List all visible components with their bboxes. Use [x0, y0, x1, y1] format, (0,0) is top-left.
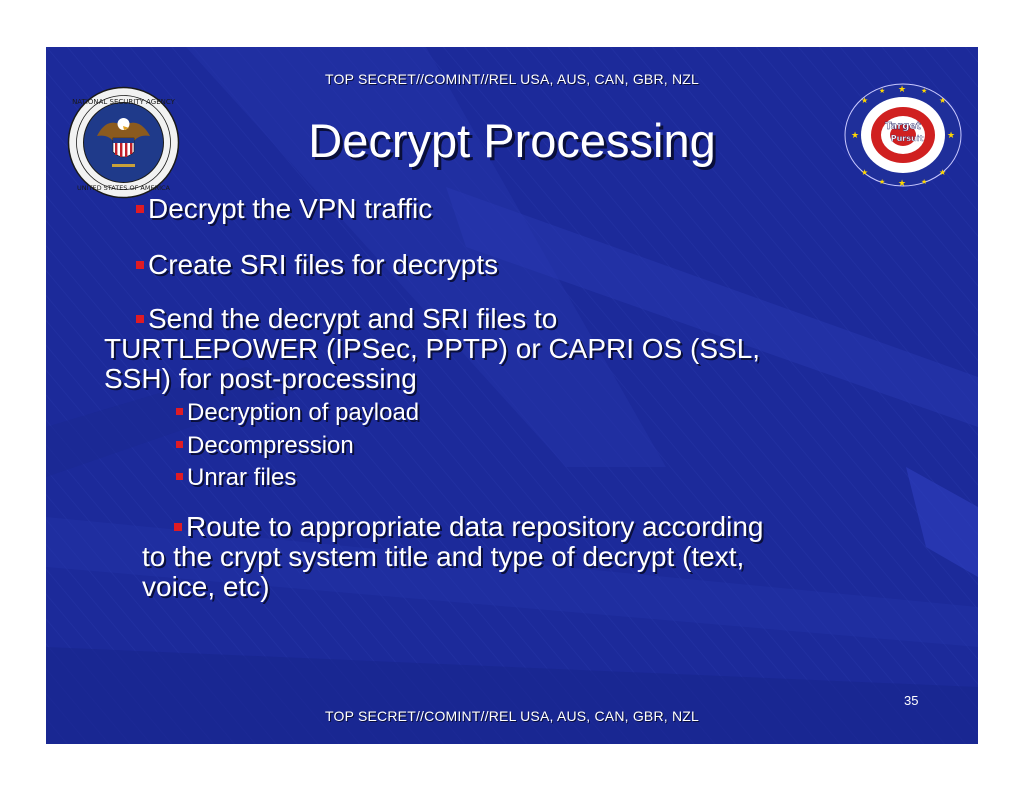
bullet-route-repository: Route to appropriate data repository acc… [174, 511, 763, 543]
bullet-create-sri: Create SRI files for decrypts [136, 249, 498, 281]
bullet-route-repository-line2: to the crypt system title and type of de… [142, 541, 745, 572]
bullet-send-files: Send the decrypt and SRI files to [136, 303, 557, 335]
svg-text:★: ★ [898, 178, 906, 188]
svg-text:UNITED STATES OF AMERICA: UNITED STATES OF AMERICA [77, 184, 171, 192]
sub-bullet-decompression: Decompression [176, 432, 354, 460]
slide: NATIONAL SECURITY AGENCY UNITED STATES O… [46, 47, 978, 744]
sub-bullet-decryption: Decryption of payload [176, 399, 419, 427]
svg-text:★: ★ [879, 178, 885, 186]
bullet-decrypt-vpn: Decrypt the VPN traffic [136, 193, 432, 225]
svg-text:★: ★ [879, 87, 885, 95]
red-bullet-icon [136, 204, 144, 213]
red-bullet-icon [174, 522, 182, 531]
red-bullet-icon [176, 408, 183, 416]
svg-text:★: ★ [921, 178, 927, 186]
page-number: 35 [904, 693, 919, 708]
slide-title: Decrypt Processing [308, 114, 716, 167]
svg-text:★: ★ [861, 96, 868, 105]
classification-banner-top: TOP SECRET//COMINT//REL USA, AUS, CAN, G… [325, 71, 699, 87]
svg-text:★: ★ [939, 96, 946, 105]
red-bullet-icon [176, 441, 183, 449]
svg-text:★: ★ [921, 87, 927, 95]
bullet-send-files-line2: TURTLEPOWER (IPSec, PPTP) or CAPRI OS (S… [104, 333, 761, 364]
classification-banner-bottom: TOP SECRET//COMINT//REL USA, AUS, CAN, G… [325, 708, 699, 724]
svg-text:★: ★ [861, 168, 868, 177]
bullet-send-files-line3: SSH) for post-processing [104, 363, 417, 394]
svg-text:NATIONAL SECURITY AGENCY: NATIONAL SECURITY AGENCY [72, 98, 176, 106]
svg-text:★: ★ [939, 168, 946, 177]
red-bullet-icon [136, 260, 144, 269]
bullet-route-repository-line3: voice, etc) [142, 571, 270, 602]
red-bullet-icon [136, 314, 144, 323]
red-bullet-icon [176, 473, 183, 481]
sub-bullet-unrar: Unrar files [176, 464, 296, 492]
